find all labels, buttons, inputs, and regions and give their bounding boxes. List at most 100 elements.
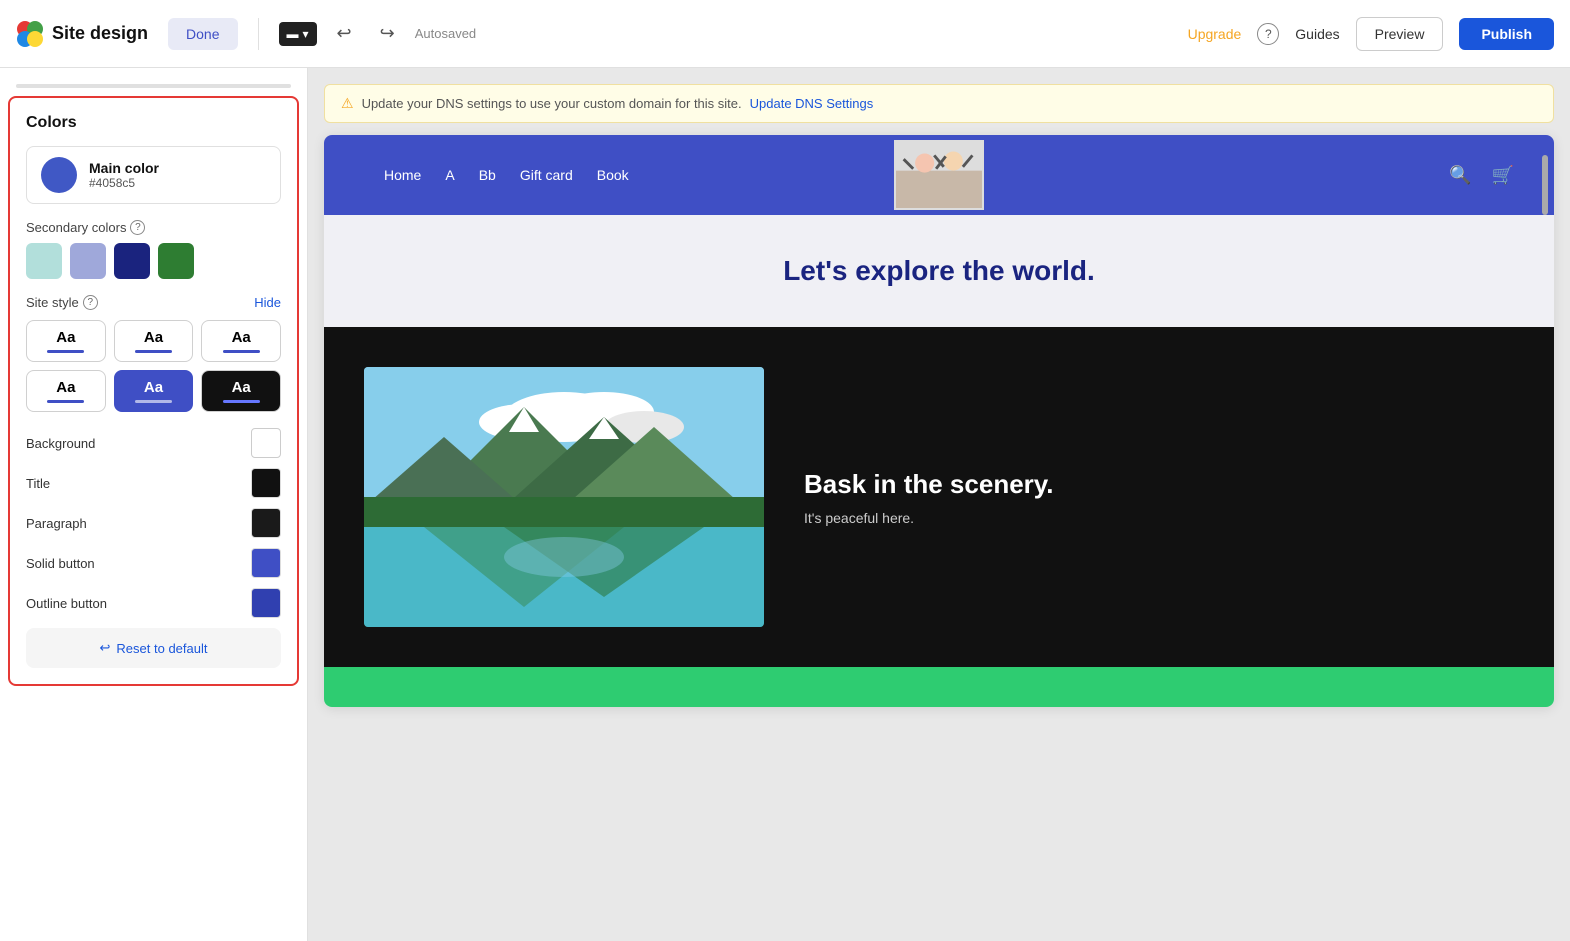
device-icon: ▬ <box>287 27 299 41</box>
scene-text: Bask in the scenery. It's peaceful here. <box>804 469 1054 526</box>
main-color-swatch <box>41 157 77 193</box>
preview-button[interactable]: Preview <box>1356 17 1444 51</box>
background-prop: Background <box>26 428 281 458</box>
background-label: Background <box>26 436 95 451</box>
main-color-name: Main color <box>89 160 159 176</box>
secondary-color-1[interactable] <box>26 243 62 279</box>
scrollbar-track[interactable] <box>1542 135 1548 215</box>
search-icon[interactable]: 🔍 <box>1449 165 1471 186</box>
hero-section: Let's explore the world. <box>324 215 1554 327</box>
style-card-6[interactable]: Aa <box>201 370 281 412</box>
background-swatch[interactable] <box>251 428 281 458</box>
nav-home[interactable]: Home <box>384 167 421 183</box>
dns-banner: ⚠ Update your DNS settings to use your c… <box>324 84 1554 123</box>
upgrade-link[interactable]: Upgrade <box>1188 26 1242 42</box>
style-bar-3 <box>223 350 260 353</box>
title-swatch[interactable] <box>251 468 281 498</box>
reset-label: Reset to default <box>116 641 207 656</box>
paragraph-prop: Paragraph <box>26 508 281 538</box>
outline-button-prop: Outline button <box>26 588 281 618</box>
main-color-info: Main color #4058c5 <box>89 160 159 190</box>
reset-icon: ↩ <box>100 640 111 656</box>
style-card-1[interactable]: Aa <box>26 320 106 362</box>
style-aa-1: Aa <box>56 329 75 346</box>
autosaved-status: Autosaved <box>415 26 1176 41</box>
logo-image <box>896 142 982 209</box>
cart-icon[interactable]: 🛒 <box>1492 165 1514 186</box>
style-card-3[interactable]: Aa <box>201 320 281 362</box>
publish-button[interactable]: Publish <box>1459 18 1554 50</box>
style-bar-5 <box>135 400 172 403</box>
style-grid: Aa Aa Aa Aa <box>26 320 281 412</box>
secondary-colors-row <box>26 243 281 279</box>
secondary-colors-label: Secondary colors ? <box>26 220 281 235</box>
title-label: Title <box>26 476 50 491</box>
help-label: ? <box>1265 27 1272 41</box>
main-color-selector[interactable]: Main color #4058c5 <box>26 146 281 204</box>
site-preview: Home A Bb Gift card Book <box>324 135 1554 707</box>
help-icon[interactable]: ? <box>1257 23 1279 45</box>
scene-title: Bask in the scenery. <box>804 469 1054 500</box>
solid-button-label: Solid button <box>26 556 95 571</box>
style-bar-6 <box>223 400 260 403</box>
secondary-color-4[interactable] <box>158 243 194 279</box>
nav-book[interactable]: Book <box>597 167 629 183</box>
nav-giftcard[interactable]: Gift card <box>520 167 573 183</box>
scrollbar-thumb <box>1542 155 1548 215</box>
nav-bb[interactable]: Bb <box>479 167 496 183</box>
toolbar-divider <box>258 18 259 50</box>
scene-image <box>364 367 764 627</box>
redo-button[interactable]: ↪ <box>372 17 403 50</box>
main-color-hex: #4058c5 <box>89 176 159 190</box>
secondary-help-icon[interactable]: ? <box>130 220 145 235</box>
site-style-header: Site style ? Hide <box>26 295 281 310</box>
style-aa-3: Aa <box>232 329 251 346</box>
main-area: Colors Main color #4058c5 Secondary colo… <box>0 68 1570 941</box>
warning-icon: ⚠ <box>341 95 354 112</box>
green-bar <box>324 667 1554 707</box>
colors-panel: Colors Main color #4058c5 Secondary colo… <box>8 96 299 686</box>
dns-link[interactable]: Update DNS Settings <box>750 96 874 111</box>
toolbar-right: Upgrade ? Guides Preview Publish <box>1188 17 1554 51</box>
outline-button-label: Outline button <box>26 596 107 611</box>
style-card-5[interactable]: Aa <box>114 370 194 412</box>
guides-link[interactable]: Guides <box>1295 26 1339 42</box>
colors-title: Colors <box>26 114 281 132</box>
style-aa-6: Aa <box>232 379 251 396</box>
style-bar-4 <box>47 400 84 403</box>
dns-text: Update your DNS settings to use your cus… <box>362 96 742 111</box>
scenery-section: Bask in the scenery. It's peaceful here. <box>324 327 1554 667</box>
site-style-label: Site style ? <box>26 295 98 310</box>
paragraph-swatch[interactable] <box>251 508 281 538</box>
solid-button-prop: Solid button <box>26 548 281 578</box>
style-bar-1 <box>47 350 84 353</box>
nav-a[interactable]: A <box>445 167 454 183</box>
solid-button-swatch[interactable] <box>251 548 281 578</box>
secondary-color-3[interactable] <box>114 243 150 279</box>
left-panel: Colors Main color #4058c5 Secondary colo… <box>0 68 308 941</box>
style-card-2[interactable]: Aa <box>114 320 194 362</box>
canvas-area: ⚠ Update your DNS settings to use your c… <box>308 68 1570 941</box>
reset-button[interactable]: ↩ Reset to default <box>26 628 281 668</box>
undo-button[interactable]: ↩ <box>329 17 360 50</box>
site-header-icons: 🔍 🛒 <box>1449 165 1514 186</box>
site-header: Home A Bb Gift card Book <box>324 135 1554 215</box>
style-card-4[interactable]: Aa <box>26 370 106 412</box>
paragraph-label: Paragraph <box>26 516 87 531</box>
app-logo: Site design <box>16 20 148 48</box>
logo-icon <box>16 20 44 48</box>
secondary-color-2[interactable] <box>70 243 106 279</box>
style-aa-4: Aa <box>56 379 75 396</box>
style-aa-2: Aa <box>144 329 163 346</box>
chevron-down-icon: ▾ <box>303 27 309 41</box>
scene-subtitle: It's peaceful here. <box>804 510 1054 526</box>
hero-title: Let's explore the world. <box>364 255 1514 287</box>
device-selector[interactable]: ▬ ▾ <box>279 22 317 46</box>
site-logo <box>894 140 984 210</box>
hide-button[interactable]: Hide <box>254 295 281 310</box>
outline-button-swatch[interactable] <box>251 588 281 618</box>
app-title: Site design <box>52 23 148 44</box>
done-button[interactable]: Done <box>168 18 237 50</box>
style-help-icon[interactable]: ? <box>83 295 98 310</box>
title-prop: Title <box>26 468 281 498</box>
